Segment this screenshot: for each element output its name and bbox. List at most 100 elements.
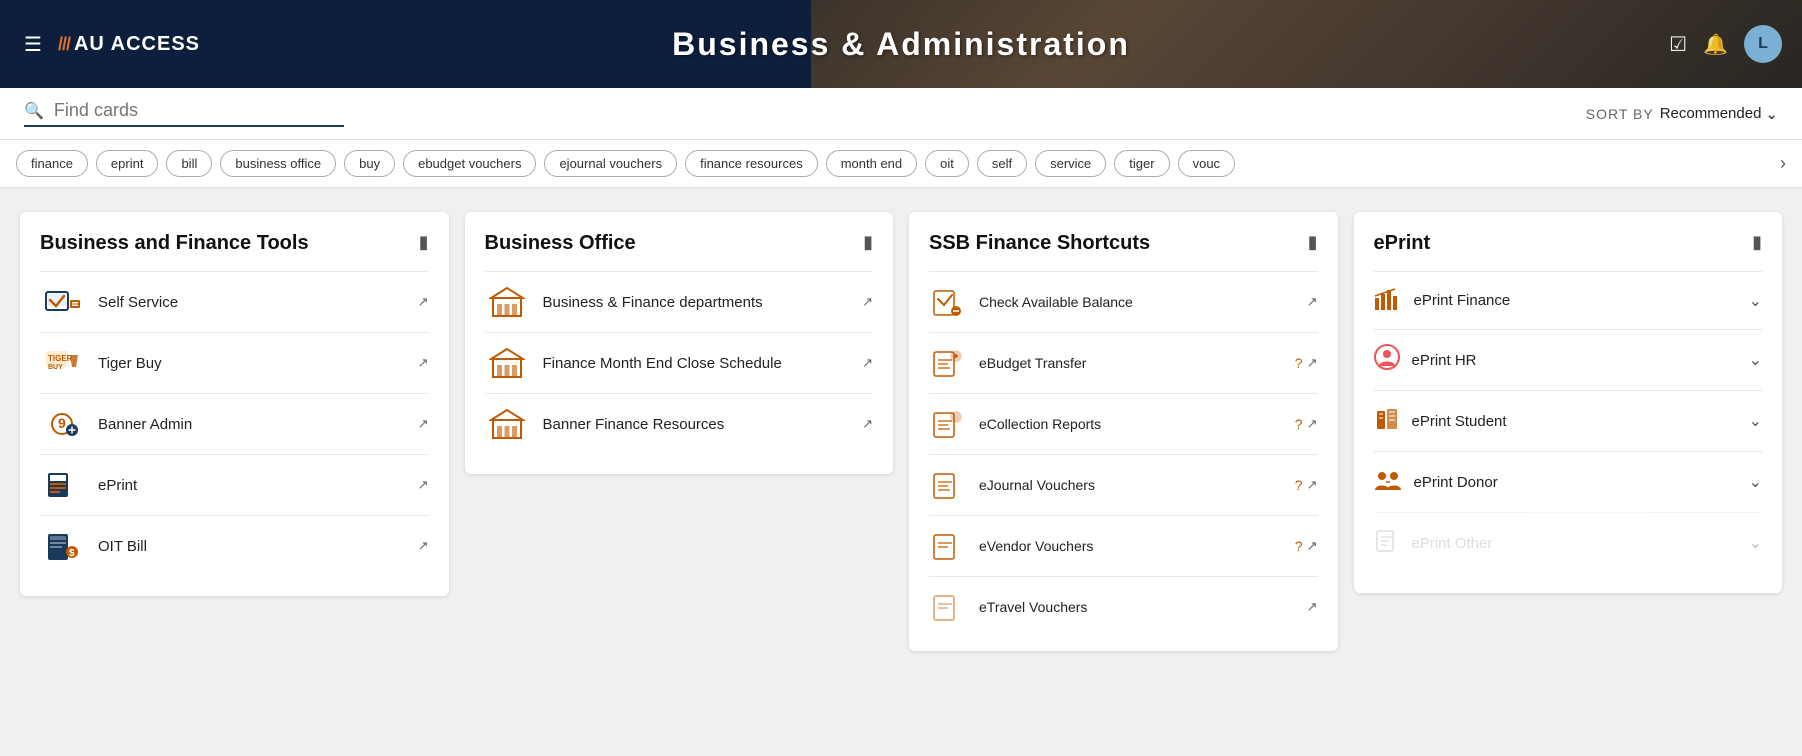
check-balance-icon [929, 284, 965, 320]
header-title: Business & Administration [672, 26, 1130, 63]
check-balance-label: Check Available Balance [979, 294, 1307, 310]
search-icon: 🔍 [24, 101, 44, 121]
eprint-donor-chevron-icon[interactable]: ⌄ [1749, 472, 1762, 492]
etravel-label: eTravel Vouchers [979, 599, 1307, 615]
month-end-close-ext-icon[interactable]: ↗ [862, 355, 873, 371]
ejournal-label: eJournal Vouchers [979, 477, 1295, 493]
sort-chevron-icon: ⌄ [1765, 105, 1778, 123]
eprint-items-scroll[interactable]: ePrint Finance ⌄ ePrint HR ⌄ [1374, 271, 1763, 573]
eprint-donor-item[interactable]: ePrint Donor ⌄ [1374, 451, 1763, 512]
card-eprint: ePrint ▮ ePrint Finance [1354, 212, 1783, 593]
list-item: Check Available Balance ↗ [929, 271, 1318, 332]
hamburger-icon[interactable]: ☰ [24, 32, 42, 57]
tag-next-arrow-icon[interactable]: › [1780, 153, 1786, 174]
eprint-donor-icon [1374, 466, 1402, 498]
bookmark-icon-4[interactable]: ▮ [1752, 232, 1762, 253]
eprint-card-icon [40, 467, 84, 503]
logo-stripes: /// [58, 34, 70, 55]
ejournal-icon [929, 467, 965, 503]
eprint-hr-chevron-icon[interactable]: ⌄ [1749, 350, 1762, 370]
search-input[interactable] [54, 100, 314, 121]
eprint-student-item[interactable]: ePrint Student ⌄ [1374, 390, 1763, 451]
tag-tiger[interactable]: tiger [1114, 150, 1169, 177]
evendor-ext-icon[interactable]: ↗ [1307, 538, 1318, 554]
tag-finance[interactable]: finance [16, 150, 88, 177]
sort-dropdown[interactable]: Recommended ⌄ [1660, 105, 1778, 123]
tag-ebudget-vouchers[interactable]: ebudget vouchers [403, 150, 536, 177]
tag-finance-resources[interactable]: finance resources [685, 150, 818, 177]
self-service-ext-icon[interactable]: ↗ [418, 294, 429, 310]
tag-business-office[interactable]: business office [220, 150, 336, 177]
eprint-finance-chevron-icon[interactable]: ⌄ [1749, 291, 1762, 311]
svg-text:$: $ [69, 548, 75, 559]
list-item: Business & Finance departments ↗ [485, 271, 874, 332]
tag-vouc[interactable]: vouc [1178, 150, 1235, 177]
bell-icon[interactable]: 🔔 [1703, 32, 1728, 57]
tiger-buy-ext-icon[interactable]: ↗ [418, 355, 429, 371]
logo[interactable]: /// AU ACCESS [58, 33, 200, 56]
oit-bill-label: OIT Bill [98, 538, 147, 555]
eprint-other-item[interactable]: ePrint Other ⌄ [1374, 512, 1763, 573]
tiger-buy-label: Tiger Buy [98, 355, 162, 372]
header-right: ☑ 🔔 L [1669, 25, 1802, 63]
list-item: eCollection Reports ? ↗ [929, 393, 1318, 454]
tag-buy[interactable]: buy [344, 150, 395, 177]
bookmark-icon-1[interactable]: ▮ [419, 232, 429, 253]
ebudget-help-icon[interactable]: ? [1295, 355, 1303, 371]
avatar[interactable]: L [1744, 25, 1782, 63]
month-end-close-icon [485, 345, 529, 381]
ebudget-ext-icon[interactable]: ↗ [1307, 355, 1318, 371]
bookmark-icon-3[interactable]: ▮ [1308, 232, 1318, 253]
banner-admin-icon: 9 [40, 406, 84, 442]
tag-bill[interactable]: bill [166, 150, 212, 177]
tag-service[interactable]: service [1035, 150, 1106, 177]
ssb-items-scroll[interactable]: Check Available Balance ↗ [929, 271, 1318, 631]
logo-text: AU ACCESS [74, 33, 200, 56]
eprint-list-label: ePrint [98, 477, 137, 494]
ecollection-ext-icon[interactable]: ↗ [1307, 416, 1318, 432]
tag-self[interactable]: self [977, 150, 1027, 177]
card-title-2: Business Office [485, 232, 636, 255]
list-item: Self Service ↗ [40, 271, 429, 332]
card-header-2: Business Office ▮ [485, 232, 874, 255]
ecollection-help-icon[interactable]: ? [1295, 416, 1303, 432]
oit-bill-ext-icon[interactable]: ↗ [418, 538, 429, 554]
self-service-label: Self Service [98, 294, 178, 311]
search-input-wrap: 🔍 [24, 100, 344, 127]
banner-finance-resources-icon [485, 406, 529, 442]
biz-finance-depts-ext-icon[interactable]: ↗ [862, 294, 873, 310]
ebudget-transfer-icon [929, 345, 965, 381]
evendor-label: eVendor Vouchers [979, 538, 1295, 554]
list-item: TIGER BUY Tiger Buy ↗ [40, 332, 429, 393]
tag-eprint[interactable]: eprint [96, 150, 159, 177]
banner-admin-ext-icon[interactable]: ↗ [418, 416, 429, 432]
tag-oit[interactable]: oit [925, 150, 969, 177]
header-left: ☰ /// AU ACCESS [0, 32, 200, 57]
eprint-hr-item[interactable]: ePrint HR ⌄ [1374, 329, 1763, 390]
ejournal-ext-icon[interactable]: ↗ [1307, 477, 1318, 493]
eprint-student-chevron-icon[interactable]: ⌄ [1749, 411, 1762, 431]
list-item: eVendor Vouchers ? ↗ [929, 515, 1318, 576]
card-business-office: Business Office ▮ Business & Finance dep… [465, 212, 894, 474]
etravel-ext-icon[interactable]: ↗ [1307, 599, 1318, 615]
eprint-student-icon [1374, 405, 1400, 437]
evendor-help-icon[interactable]: ? [1295, 538, 1303, 554]
card-business-finance-tools: Business and Finance Tools ▮ Self Servic… [20, 212, 449, 596]
tag-month-end[interactable]: month end [826, 150, 917, 177]
list-item: eTravel Vouchers ↗ [929, 576, 1318, 631]
check-balance-ext-icon[interactable]: ↗ [1307, 294, 1318, 310]
ejournal-help-icon[interactable]: ? [1295, 477, 1303, 493]
list-item: ePrint ↗ [40, 454, 429, 515]
eprint-other-chevron-icon[interactable]: ⌄ [1749, 533, 1762, 553]
list-item: eBudget Transfer ? ↗ [929, 332, 1318, 393]
sort-label: SORT BY [1586, 106, 1654, 122]
card-title-4: ePrint [1374, 232, 1431, 255]
eprint-finance-item[interactable]: ePrint Finance ⌄ [1374, 271, 1763, 329]
etravel-icon [929, 589, 965, 625]
tag-ejournal-vouchers[interactable]: ejournal vouchers [544, 150, 677, 177]
banner-finance-resources-ext-icon[interactable]: ↗ [862, 416, 873, 432]
bookmark-icon-2[interactable]: ▮ [863, 232, 873, 253]
eprint-list-ext-icon[interactable]: ↗ [418, 477, 429, 493]
tasks-icon[interactable]: ☑ [1669, 32, 1687, 57]
sort-by: SORT BY Recommended ⌄ [1586, 105, 1778, 123]
